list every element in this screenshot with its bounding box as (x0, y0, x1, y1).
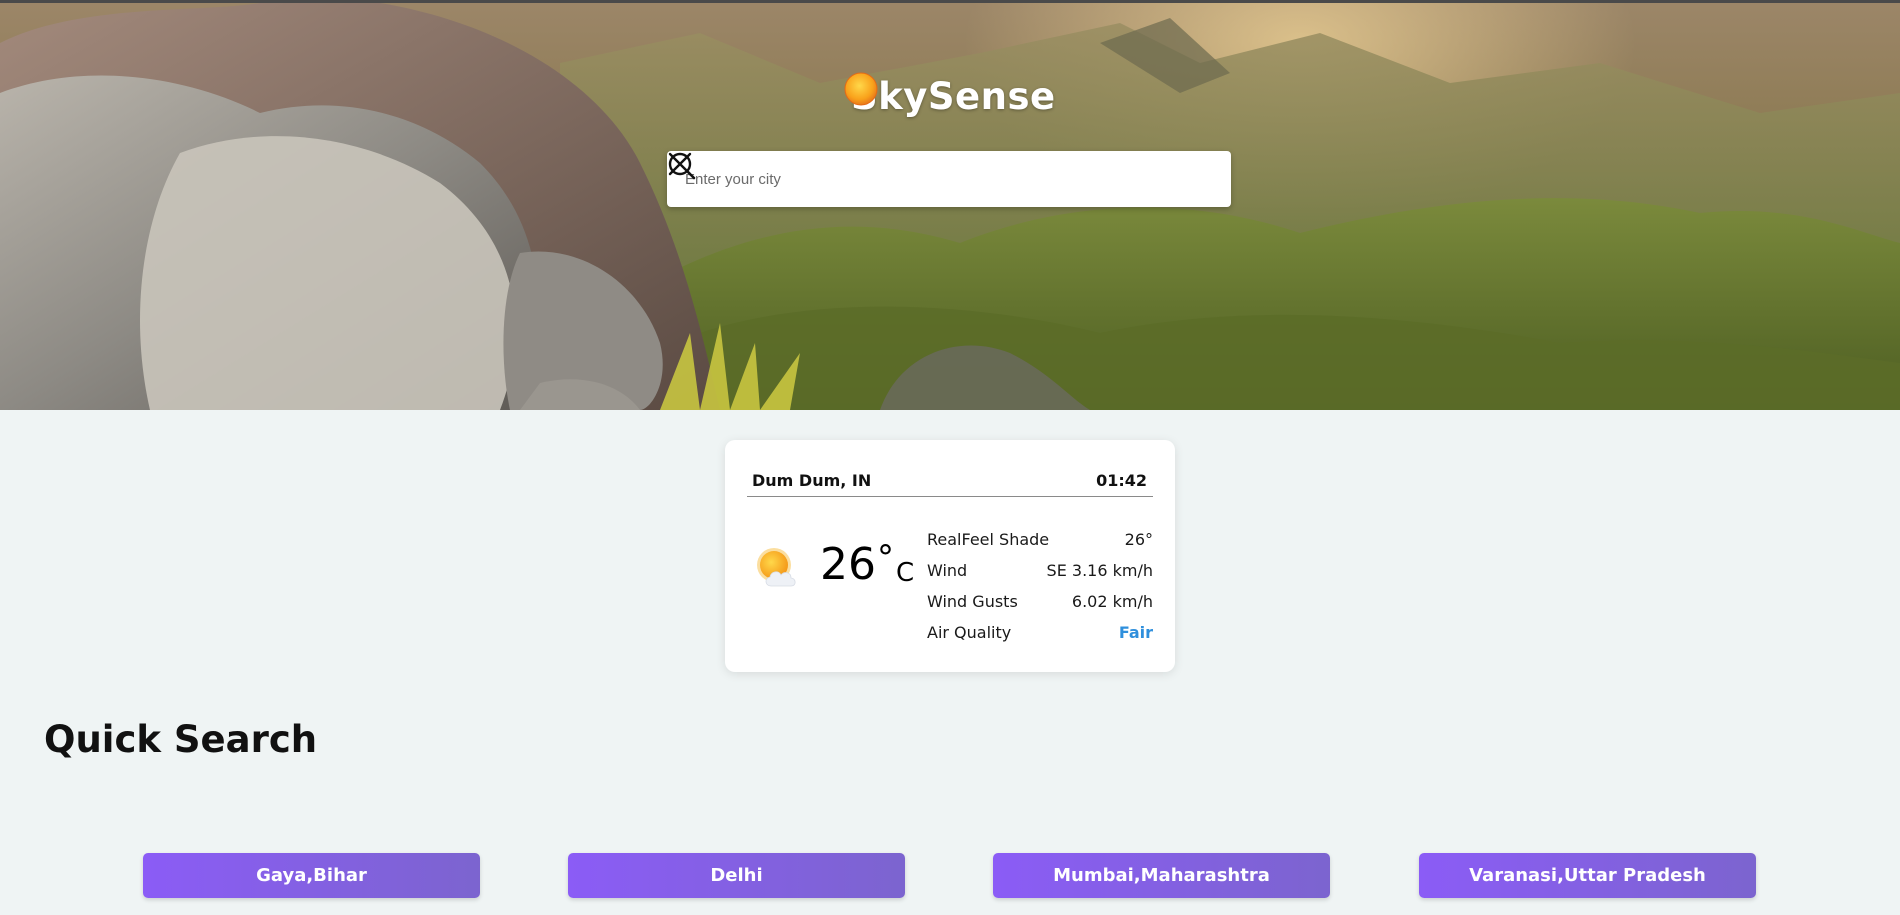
partly-cloudy-sun-icon (757, 548, 796, 587)
detail-row-realfeel: RealFeel Shade 26° (927, 524, 1153, 555)
quick-search-city-button[interactable]: Varanasi,Uttar Pradesh (1419, 853, 1756, 898)
weather-card: Dum Dum, IN 01:42 26 ° C RealFeel Shade … (725, 440, 1175, 672)
hero-banner: SkySense (0, 3, 1900, 410)
detail-label: Air Quality (927, 623, 1012, 642)
detail-label: Wind Gusts (927, 592, 1018, 611)
location-name: Dum Dum, IN (752, 470, 872, 490)
app-brand: SkySense (843, 71, 1056, 121)
weather-details: RealFeel Shade 26° Wind SE 3.16 km/h Win… (927, 524, 1153, 648)
detail-row-wind: Wind SE 3.16 km/h (927, 555, 1153, 586)
degree-symbol: ° (877, 538, 894, 578)
search-icon (668, 152, 696, 180)
quick-search-title: Quick Search (44, 718, 318, 761)
sun-icon (844, 72, 878, 106)
temperature-display: 26 ° C (820, 538, 914, 592)
detail-row-air-quality: Air Quality Fair (927, 617, 1153, 648)
air-quality-value: Fair (1118, 623, 1153, 642)
search-submit-button[interactable] (668, 152, 1221, 197)
quick-search-city-button[interactable]: Gaya,Bihar (143, 853, 480, 898)
local-time: 01:42 (1096, 470, 1147, 490)
app-title: SkySense (851, 74, 1056, 118)
weather-card-header: Dum Dum, IN 01:42 (747, 464, 1153, 497)
temperature-unit: C (896, 558, 915, 588)
detail-label: Wind (927, 561, 968, 580)
quick-search-city-button[interactable]: Delhi (568, 853, 905, 898)
quick-search-city-button[interactable]: Mumbai,Maharashtra (993, 853, 1330, 898)
detail-value: SE 3.16 km/h (1046, 561, 1153, 580)
detail-value: 26° (1124, 530, 1153, 549)
city-search-input[interactable] (683, 158, 1143, 200)
detail-label: RealFeel Shade (927, 530, 1050, 549)
clear-search-button[interactable] (668, 152, 1179, 197)
detail-row-wind-gusts: Wind Gusts 6.02 km/h (927, 586, 1153, 617)
search-bar (667, 151, 1231, 207)
detail-value: 6.02 km/h (1071, 592, 1153, 611)
temperature-value: 26 (820, 539, 876, 590)
